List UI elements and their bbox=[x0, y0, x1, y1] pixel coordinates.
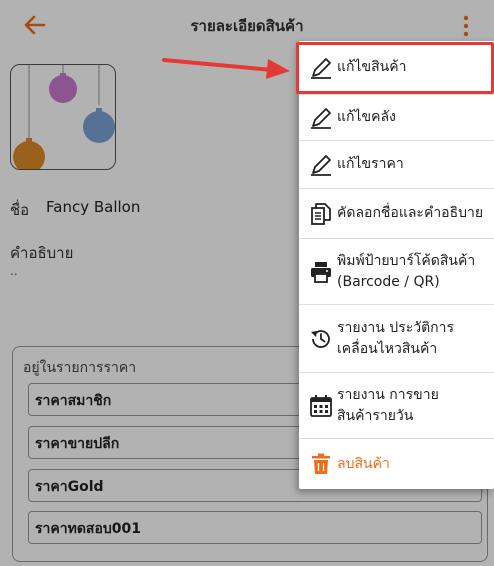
menu-item-daily-sales-report[interactable]: รายงาน การขาย สินค้ารายวัน bbox=[299, 373, 494, 439]
menu-item-label: ลบสินค้า bbox=[337, 455, 390, 472]
menu-item-label: แก้ไขคลัง bbox=[337, 109, 396, 125]
menu-item-edit-stock[interactable]: แก้ไขคลัง bbox=[299, 95, 494, 141]
menu-item-label-line2: (Barcode / QR) bbox=[337, 273, 440, 290]
product-options-menu: แก้ไขสินค้า แก้ไขคลัง แก้ไขราคา คัดลอกชื… bbox=[299, 41, 494, 489]
menu-item-label-line1: รายงาน ประวัติการ bbox=[337, 319, 455, 336]
menu-item-label: แก้ไขราคา bbox=[337, 156, 404, 172]
annotation-highlight-box bbox=[296, 42, 494, 94]
copy-document-icon bbox=[311, 202, 331, 225]
menu-item-edit-price[interactable]: แก้ไขราคา bbox=[299, 141, 494, 189]
menu-item-label-line2: สินค้ารายวัน bbox=[337, 407, 414, 424]
menu-item-label: คัดลอกชื่อและคำอธิบาย bbox=[337, 205, 484, 221]
pencil-icon bbox=[311, 107, 331, 129]
trash-icon bbox=[312, 453, 330, 474]
pencil-icon bbox=[311, 154, 331, 176]
menu-item-label-line2: เคลื่อนไหวสินค้า bbox=[337, 340, 438, 357]
calendar-icon bbox=[310, 394, 332, 417]
printer-icon bbox=[311, 261, 331, 283]
menu-item-delete-product[interactable]: ลบสินค้า bbox=[299, 439, 494, 489]
annotation-arrow-icon bbox=[162, 58, 290, 79]
menu-item-label: รายงาน การขาย สินค้ารายวัน bbox=[337, 385, 439, 427]
menu-item-label-line1: พิมพ์ป้ายบาร์โค้ดสินค้า bbox=[337, 252, 476, 269]
menu-item-label-line1: รายงาน การขาย bbox=[337, 386, 439, 403]
menu-item-movement-history-report[interactable]: รายงาน ประวัติการ เคลื่อนไหวสินค้า bbox=[299, 305, 494, 373]
menu-item-label: พิมพ์ป้ายบาร์โค้ดสินค้า (Barcode / QR) bbox=[337, 251, 475, 293]
history-icon bbox=[311, 329, 330, 348]
menu-item-copy-name-description[interactable]: คัดลอกชื่อและคำอธิบาย bbox=[299, 189, 494, 239]
menu-item-print-barcode[interactable]: พิมพ์ป้ายบาร์โค้ดสินค้า (Barcode / QR) bbox=[299, 239, 494, 305]
menu-item-label: รายงาน ประวัติการ เคลื่อนไหวสินค้า bbox=[337, 318, 454, 360]
